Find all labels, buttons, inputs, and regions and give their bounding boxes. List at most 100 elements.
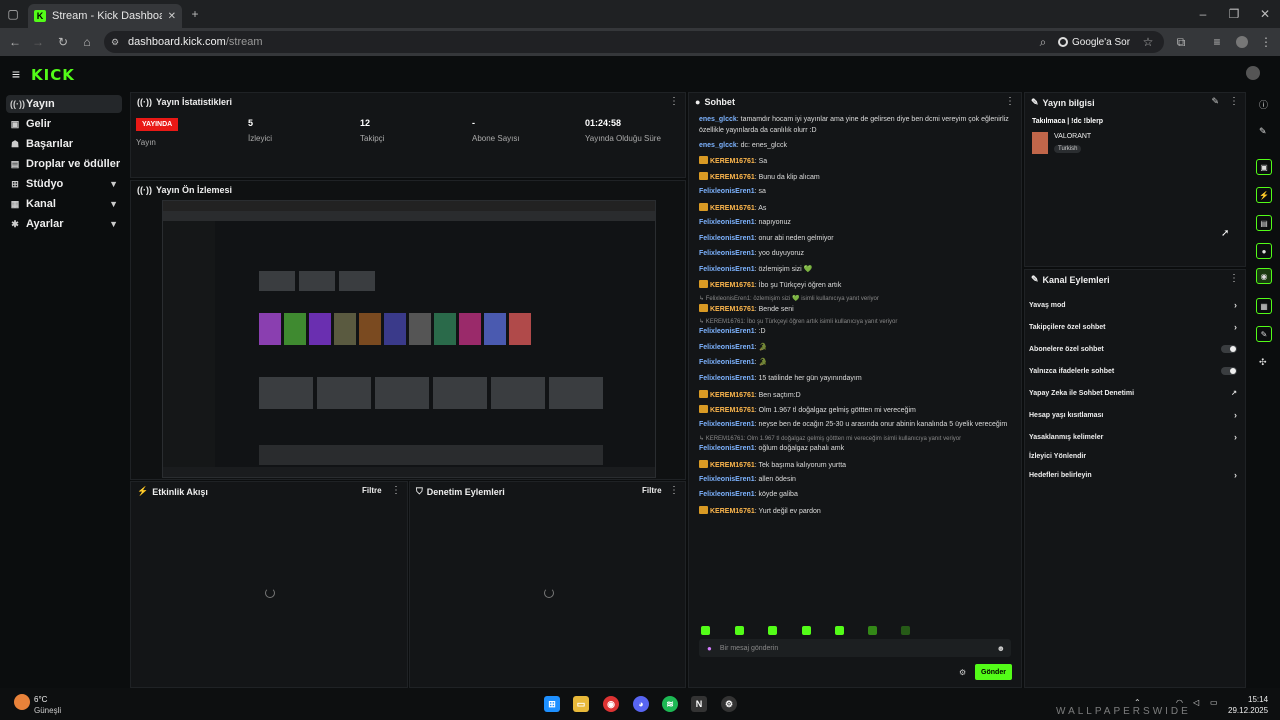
forward-icon[interactable]: → [29,33,47,51]
start-menu-icon[interactable]: ⊞ [544,696,560,712]
weather-desc[interactable]: Güneşli [34,706,61,715]
chat-username[interactable]: FelixleonisEren1 [699,445,755,452]
notion-icon[interactable]: N [691,696,707,712]
more-options-icon[interactable]: ⋮ [669,96,679,107]
minimize-icon[interactable]: – [1194,5,1212,23]
user-avatar[interactable] [1246,66,1260,80]
chat-username[interactable]: KEREM16761 [710,392,755,399]
kick-logo[interactable]: KICK [31,66,75,84]
emote-icon[interactable] [768,626,777,635]
channel-action-row[interactable]: Yalnızca ifadelerle sohbet [1029,364,1241,378]
channel-action-row[interactable]: Yavaş mod › [1029,298,1241,312]
new-tab-icon[interactable]: + [186,5,204,23]
chat-username[interactable]: KEREM16761 [710,462,755,469]
chat-username[interactable]: enes_glcck [699,116,737,123]
chat-username[interactable]: KEREM16761 [710,174,755,181]
emote-icon[interactable] [868,626,877,635]
emoji-icon[interactable]: ☻ [997,644,1005,653]
chat-username[interactable]: KEREM16761 [710,282,755,289]
sidebar-item-settings[interactable]: ✱ Ayarlar ▼ [6,215,122,233]
weather-temp[interactable]: 6°C [34,695,47,704]
info-icon[interactable]: ⓘ [1259,98,1268,111]
chat-username[interactable]: KEREM16761 [710,306,755,313]
chat-username[interactable]: FelixleonisEren1 [699,219,755,226]
chat-username[interactable]: FelixleonisEren1 [699,250,755,257]
browser-tab[interactable]: K Stream - Kick Dashboard ✕ [28,4,182,28]
spotify-icon[interactable]: ≋ [662,696,678,712]
activity-filter-button[interactable]: Filtre [362,486,382,495]
chat-username[interactable]: FelixleonisEren1 [699,491,755,498]
chat-username[interactable]: FelixleonisEren1 [699,476,755,483]
tab-close-icon[interactable]: ✕ [168,11,176,22]
emote-icon[interactable] [901,626,910,635]
rail-chat-button[interactable]: ● [1256,243,1272,259]
sidebar-item-stream[interactable]: ((·)) Yayın [6,95,122,113]
toggle-switch[interactable] [1221,345,1237,353]
profile-avatar-icon[interactable] [1233,33,1251,51]
rail-preview-button[interactable]: ◉ [1256,268,1272,284]
mic-icon[interactable]: ● [707,644,712,653]
more-options-icon[interactable]: ⋮ [391,485,401,496]
chat-username[interactable]: FelixleonisEren1 [699,328,755,335]
browser-menu-icon[interactable]: ⋮ [1257,33,1275,51]
steam-icon[interactable]: ⚙ [721,696,737,712]
chat-username[interactable]: FelixleonisEren1 [699,188,755,195]
chat-input[interactable]: ● Bir mesaj gönderin ☻ [699,639,1011,657]
chrome-icon[interactable]: ◉ [603,696,619,712]
stream-preview-video[interactable] [162,200,656,478]
chat-username[interactable]: FelixleonisEren1 [699,344,755,351]
maximize-icon[interactable]: ❐ [1225,5,1243,23]
clock-date[interactable]: 29.12.2025 [1228,706,1268,715]
google-lens-button[interactable]: Google'a Sor [1058,34,1130,50]
file-explorer-icon[interactable]: ▭ [573,696,589,712]
hamburger-menu-icon[interactable]: ≡ [7,65,25,83]
extensions-icon[interactable]: ⧉ [1172,33,1190,51]
more-options-icon[interactable]: ⋮ [1229,96,1239,107]
chat-username[interactable]: FelixleonisEren1 [699,375,755,382]
home-icon[interactable]: ⌂ [78,33,96,51]
reload-icon[interactable]: ↻ [54,33,72,51]
chat-username[interactable]: FelixleonisEren1 [699,421,755,428]
url-field[interactable]: ⚙ dashboard.kick.com/stream [104,31,1164,53]
emote-icon[interactable] [802,626,811,635]
sidebar-item-studio[interactable]: ⊞ Stüdyo ▼ [6,175,122,193]
chat-username[interactable]: FelixleonisEren1 [699,266,755,273]
channel-action-row[interactable]: İzleyici Yönlendir [1029,449,1241,463]
volume-icon[interactable]: ◁ [1193,698,1199,707]
extensions-icon[interactable]: ✣ [1259,357,1267,368]
chat-username[interactable]: KEREM16761 [710,205,755,212]
channel-action-row[interactable]: Hesap yaşı kısıtlaması › [1029,408,1241,422]
rail-stats-button[interactable]: ▣ [1256,159,1272,175]
discord-icon[interactable]: ◕ [633,696,649,712]
more-options-icon[interactable]: ⋮ [1229,273,1239,284]
sidebar-item-revenue[interactable]: ▣ Gelir [6,115,122,133]
chat-username[interactable]: KEREM16761 [710,407,755,414]
channel-action-row[interactable]: Yasaklanmış kelimeler › [1029,430,1241,444]
channel-action-row[interactable]: Abonelere özel sohbet [1029,342,1241,356]
channel-action-row[interactable]: Yapay Zeka ile Sohbet Denetimi ↗ [1029,386,1241,400]
back-icon[interactable]: ← [6,33,24,51]
clock-time[interactable]: 15:14 [1248,695,1268,704]
chat-username[interactable]: enes_glcck [699,142,737,149]
more-options-icon[interactable]: ⋮ [1005,96,1015,107]
edit-icon[interactable]: ✎ [1211,96,1219,107]
weather-icon[interactable] [14,694,30,710]
moderation-filter-button[interactable]: Filtre [642,486,662,495]
rail-info-button[interactable]: ▦ [1256,298,1272,314]
chat-username[interactable]: FelixleonisEren1 [699,235,755,242]
send-button[interactable]: Gönder [975,664,1012,680]
tab-search-icon[interactable]: ▢ [4,5,22,23]
sidebar-item-achievements[interactable]: ☗ Başarılar [6,135,122,153]
battery-icon[interactable]: ▭ [1210,698,1218,707]
chat-username[interactable]: KEREM16761 [710,158,755,165]
pencil-icon[interactable]: ✎ [1259,126,1267,137]
emote-icon[interactable] [735,626,744,635]
rail-actions-button[interactable]: ✎ [1256,326,1272,342]
window-close-icon[interactable]: ✕ [1256,5,1274,23]
site-info-icon[interactable]: ⚙ [111,37,119,48]
zoom-icon[interactable]: ⌕ [1034,33,1052,51]
sidebar-item-channel[interactable]: ▦ Kanal ▼ [6,195,122,213]
channel-action-row[interactable]: Hedefleri belirleyin › [1029,468,1241,482]
toggle-switch[interactable] [1221,367,1237,375]
chat-username[interactable]: FelixleonisEren1 [699,359,755,366]
